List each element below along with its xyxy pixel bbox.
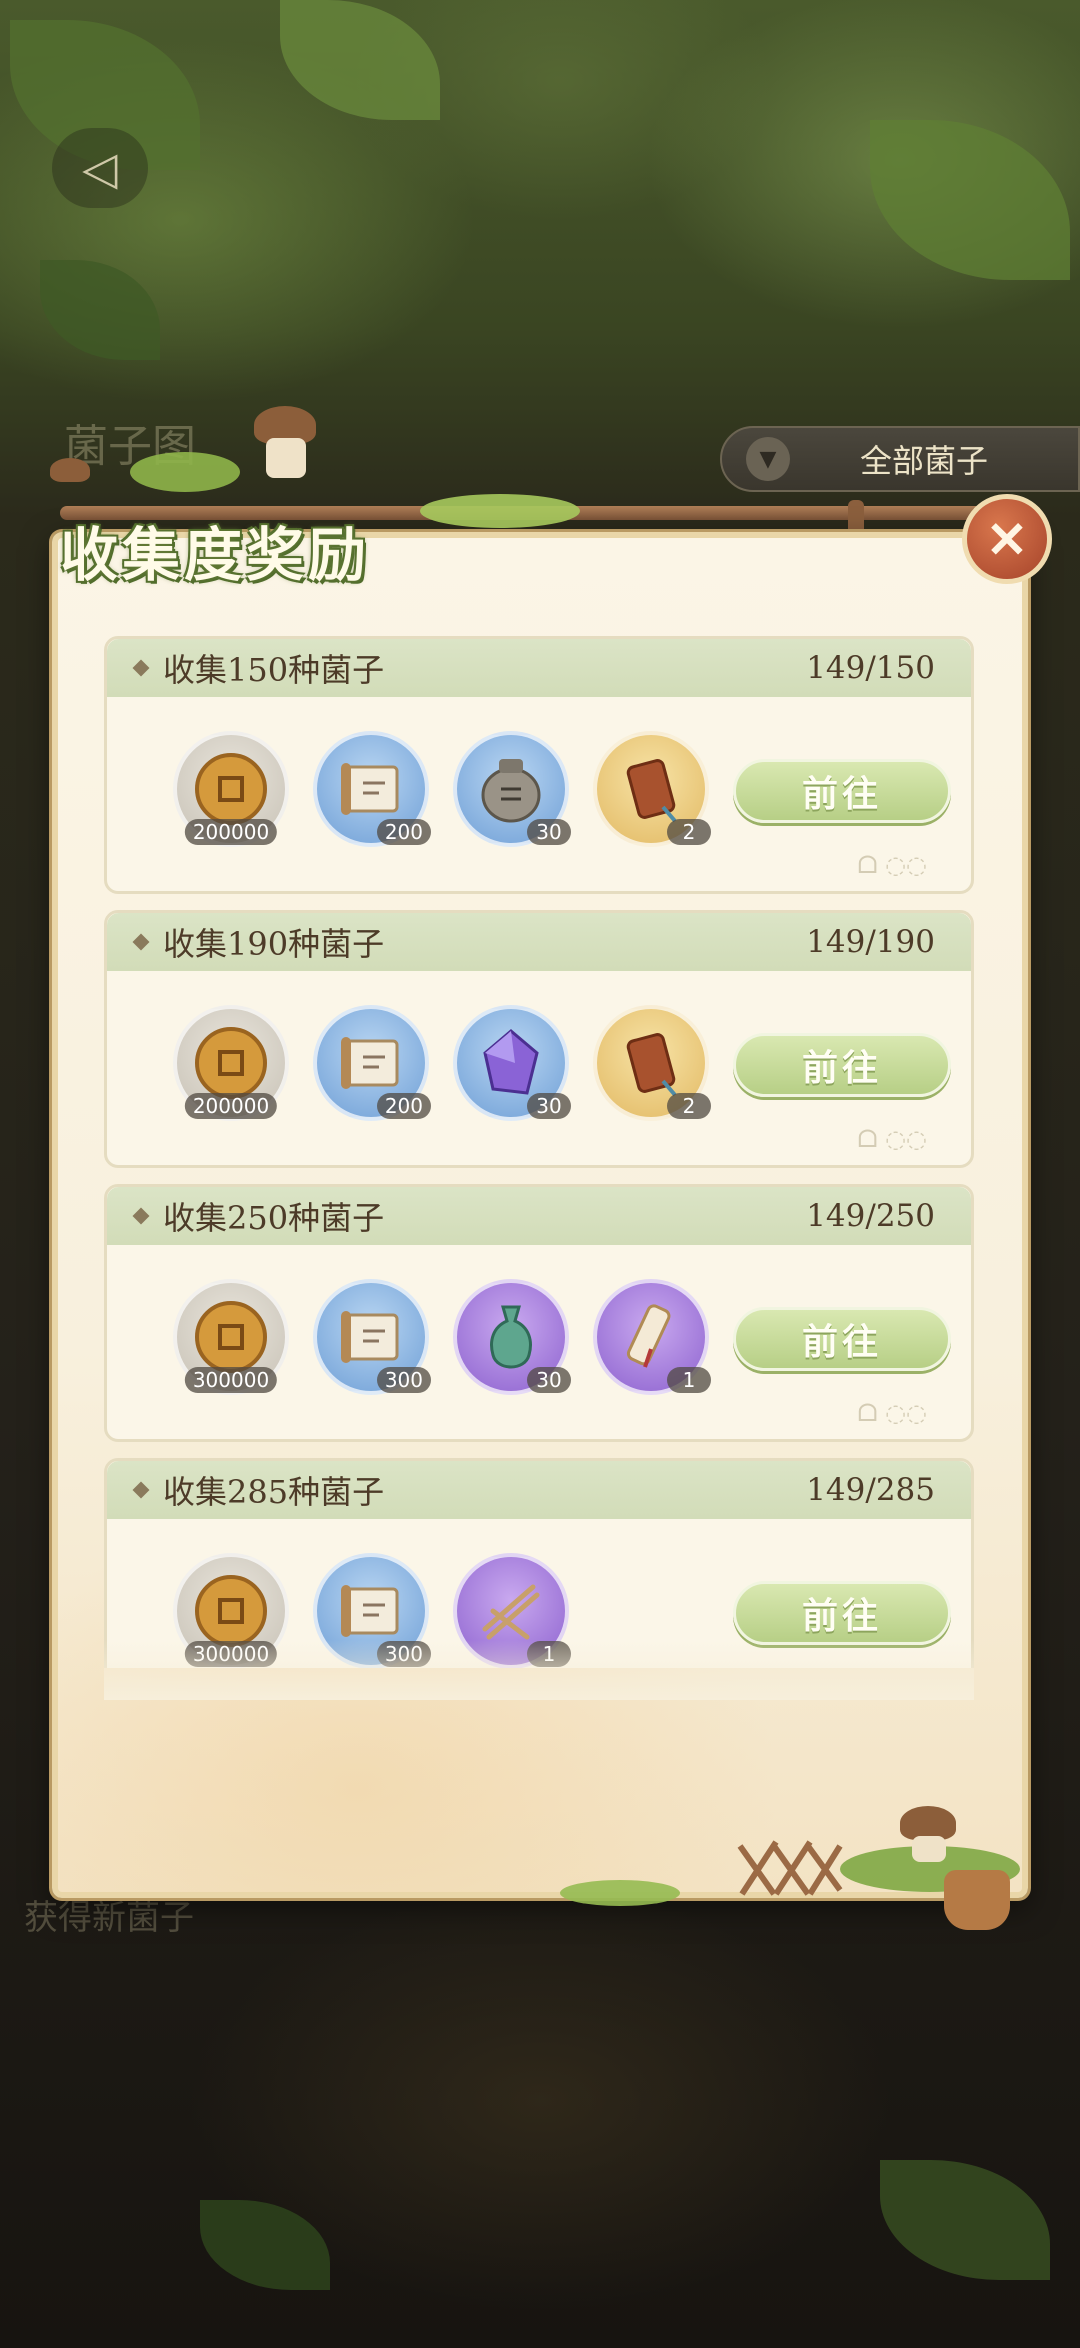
moss-decoration (130, 452, 240, 492)
scroll-icon (341, 763, 399, 815)
reward-item[interactable]: 2 (593, 731, 711, 847)
goto-button[interactable]: 前往 (733, 759, 951, 823)
reward-card-header: 收集250种菌子 149/250 (107, 1187, 971, 1245)
goto-button[interactable]: 前往 (733, 1307, 951, 1371)
scroll-icon (341, 1311, 399, 1363)
item-quantity: 200000 (184, 819, 278, 845)
reward-item[interactable]: 30 (453, 731, 571, 847)
reward-progress: 149/285 (806, 1472, 935, 1508)
mushroom-character-body (266, 438, 306, 478)
vine-decoration (560, 1880, 680, 1906)
reward-card-header: 收集190种菌子 149/190 (107, 913, 971, 971)
copper-coin-icon (195, 1027, 267, 1099)
scroll-icon (341, 1037, 399, 1089)
item-quantity: 30 (527, 1367, 571, 1393)
purple-crystal-icon (483, 1029, 539, 1095)
mushroom-filter-dropdown[interactable]: ▼ 全部菌子 (720, 426, 1080, 492)
back-arrow-icon: ◁ (82, 141, 118, 195)
reward-list[interactable]: 收集150种菌子 149/150 200000 200 30 2 前往 ᗝ ◌◌… (104, 636, 974, 1668)
reward-item[interactable]: 200000 (173, 1005, 289, 1121)
item-quantity: 2 (667, 819, 711, 845)
reward-item[interactable]: 200 (313, 1005, 431, 1121)
reward-item[interactable]: 30 (453, 1279, 571, 1395)
clay-jar-icon (481, 759, 541, 823)
diamond-bullet-icon (132, 1207, 150, 1225)
filter-label: 全部菌子 (860, 442, 989, 480)
reward-title: 收集250种菌子 (163, 1199, 385, 1237)
copper-coin-icon (195, 753, 267, 825)
mushroom-decoration (50, 458, 90, 482)
reward-progress: 149/190 (806, 924, 935, 960)
goto-button[interactable]: 前往 (733, 1033, 951, 1097)
item-quantity: 30 (527, 819, 571, 845)
diamond-bullet-icon (132, 933, 150, 951)
mushroom-doodle-icon: ᗝ ◌◌ (857, 1399, 927, 1427)
item-quantity: 200 (376, 1093, 431, 1119)
diamond-bullet-icon (132, 1481, 150, 1499)
reward-item[interactable]: 2 (593, 1005, 711, 1121)
goto-button[interactable]: 前往 (733, 1581, 951, 1645)
reward-card-header: 收集285种菌子 149/285 (107, 1461, 971, 1519)
scroll-icon (341, 1585, 399, 1637)
reward-title: 收集150种菌子 (163, 651, 385, 689)
chevron-down-icon: ▼ (746, 437, 790, 481)
reward-card-header: 收集150种菌子 149/150 (107, 639, 971, 697)
basket-decoration (944, 1870, 1010, 1930)
panel-title: 收集度奖励 (60, 521, 371, 589)
reward-item[interactable]: 200 (313, 731, 431, 847)
item-quantity: 1 (667, 1367, 711, 1393)
mushroom-doodle-icon: ᗝ ◌◌ (857, 1125, 927, 1153)
reward-item[interactable]: 300000 (173, 1279, 289, 1395)
item-quantity: 200000 (184, 1093, 278, 1119)
diamond-bullet-icon (132, 659, 150, 677)
fence-decoration (737, 1840, 843, 1896)
reward-item[interactable]: 1 (593, 1279, 711, 1395)
sealed-scroll-icon (626, 1304, 671, 1368)
reward-progress: 149/150 (806, 650, 935, 686)
reward-item[interactable]: 30 (453, 1005, 571, 1121)
reward-card: 收集190种菌子 149/190 200000 200 30 2 前往 ᗝ ◌◌ (104, 910, 974, 1168)
reward-card: 收集150种菌子 149/150 200000 200 30 2 前往 ᗝ ◌◌ (104, 636, 974, 894)
reward-title: 收集285种菌子 (163, 1473, 385, 1511)
wooden-tag-icon (626, 759, 677, 823)
wooden-tag-icon (626, 1033, 677, 1097)
reward-card: 收集285种菌子 149/285 300000 300 1 前往 (104, 1458, 974, 1668)
mushroom-character (900, 1806, 956, 1840)
copper-coin-icon (195, 1575, 267, 1647)
moss-decoration (420, 494, 580, 528)
reward-progress: 149/250 (806, 1198, 935, 1234)
list-fade-overlay (104, 1640, 974, 1700)
close-x-icon: ✕ (986, 509, 1028, 569)
reward-card: 收集250种菌子 149/250 300000 300 30 1 前往 ᗝ ◌◌ (104, 1184, 974, 1442)
item-quantity: 30 (527, 1093, 571, 1119)
reward-item[interactable]: 300 (313, 1279, 431, 1395)
jade-vase-icon (490, 1305, 532, 1369)
mushroom-doodle-icon: ᗝ ◌◌ (857, 851, 927, 879)
chopsticks-icon (482, 1584, 540, 1640)
mushroom-character-body (912, 1836, 946, 1862)
reward-item[interactable]: 200000 (173, 731, 289, 847)
copper-coin-icon (195, 1301, 267, 1373)
back-button[interactable]: ◁ (52, 128, 148, 208)
reward-title: 收集190种菌子 (163, 925, 385, 963)
item-quantity: 2 (667, 1093, 711, 1119)
item-quantity: 200 (376, 819, 431, 845)
close-button[interactable]: ✕ (962, 494, 1052, 584)
item-quantity: 300 (376, 1367, 431, 1393)
item-quantity: 300000 (184, 1367, 278, 1393)
